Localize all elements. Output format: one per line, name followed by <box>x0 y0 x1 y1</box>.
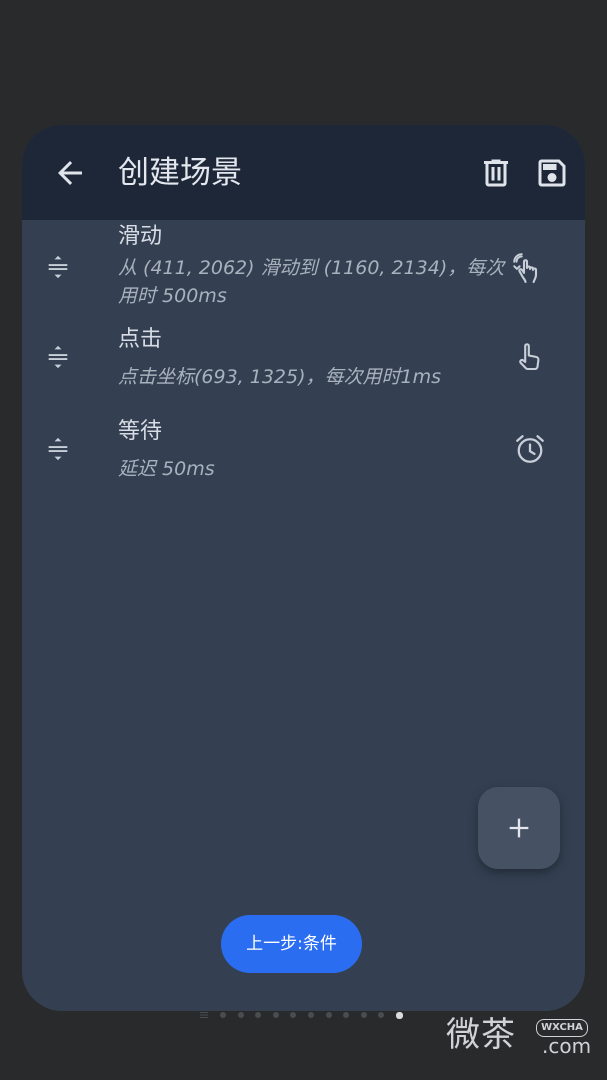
app-bar: 创建场景 <box>22 125 585 220</box>
trash-icon <box>484 159 508 187</box>
page-dot <box>378 1012 385 1018</box>
arrow-left-icon <box>58 161 82 185</box>
plus-icon <box>509 818 529 838</box>
previous-step-button[interactable]: 上一步:条件 <box>221 915 362 973</box>
scene-editor-card: 创建场景 滑动 从 (411, 2062) 滑动到 (1160, 2134)，每… <box>22 125 585 1011</box>
watermark-text: 微茶 <box>446 1015 516 1055</box>
list-item-wait[interactable]: 等待 延迟 50ms <box>22 415 585 495</box>
drag-handle-icon[interactable] <box>44 253 72 281</box>
tap-gesture-icon <box>519 343 540 371</box>
delete-button[interactable] <box>478 155 514 191</box>
page-dot <box>237 1012 244 1018</box>
list-item-tap[interactable]: 点击 点击坐标(693, 1325)，每次用时1ms <box>22 323 585 403</box>
add-action-button[interactable] <box>478 787 560 869</box>
page-dot-active <box>395 1011 403 1019</box>
menu-lines-icon <box>200 1012 208 1018</box>
page-dot <box>360 1012 367 1018</box>
item-name: 等待 <box>118 419 163 444</box>
page-indicator <box>200 1010 415 1020</box>
page-dot <box>307 1012 314 1018</box>
alarm-clock-icon <box>516 435 544 463</box>
watermark-logo: 微茶 WXCHA .com <box>446 1012 596 1062</box>
back-button[interactable] <box>52 155 88 191</box>
item-name: 滑动 <box>118 224 163 249</box>
item-description: 延迟 50ms <box>118 458 215 480</box>
save-button[interactable] <box>534 155 570 191</box>
page-dot <box>325 1012 332 1018</box>
swipe-gesture-icon <box>513 253 538 284</box>
list-item-swipe[interactable]: 滑动 从 (411, 2062) 滑动到 (1160, 2134)，每次用时 5… <box>22 220 585 315</box>
page-dot <box>343 1012 350 1018</box>
page-dot <box>255 1012 262 1018</box>
item-name: 点击 <box>118 327 163 352</box>
page-dot <box>290 1012 297 1018</box>
page-dot <box>272 1012 279 1018</box>
drag-handle-icon[interactable] <box>44 343 72 371</box>
page-dot <box>220 1012 226 1018</box>
floppy-disk-icon <box>538 159 566 187</box>
item-description: 从 (411, 2062) 滑动到 (1160, 2134)，每次用时 500m… <box>118 257 505 307</box>
item-description: 点击坐标(693, 1325)，每次用时1ms <box>118 366 442 388</box>
drag-handle-icon[interactable] <box>44 435 72 463</box>
page-title: 创建场景 <box>118 155 242 191</box>
watermark-suffix: .com <box>542 1034 592 1058</box>
